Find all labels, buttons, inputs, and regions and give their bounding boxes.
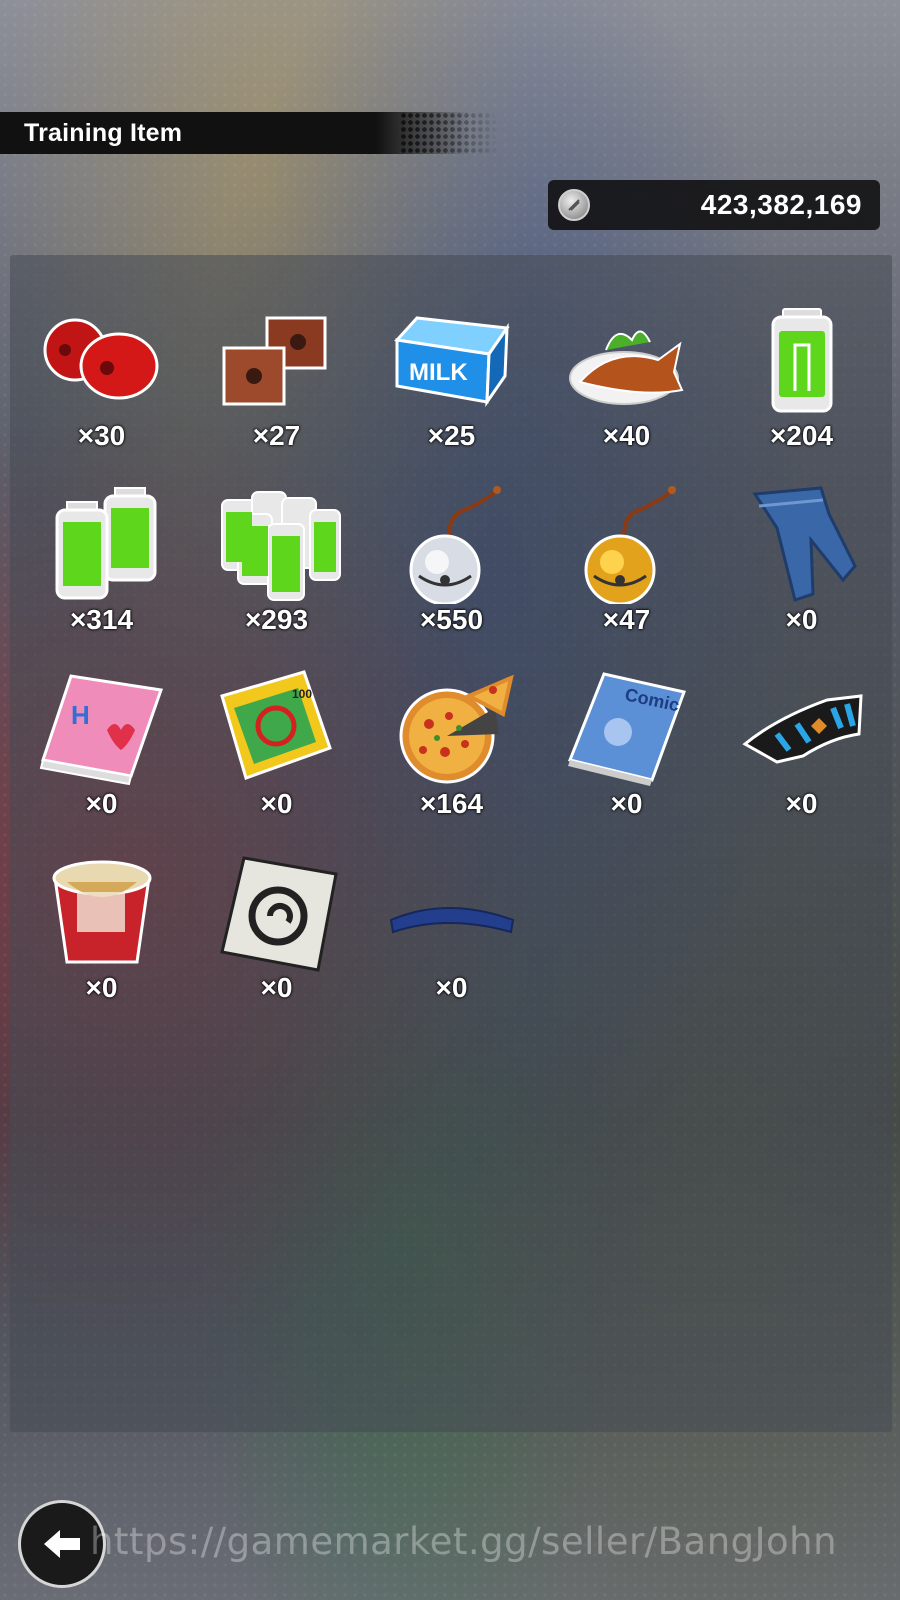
- item-count: ×0: [435, 972, 468, 1003]
- item-cell[interactable]: ×40: [539, 300, 714, 454]
- item-cell[interactable]: ×30: [14, 300, 189, 454]
- silver-bell-icon: [409, 486, 501, 604]
- item-count: ×293: [244, 604, 309, 635]
- comic-book-icon: Comic: [567, 672, 686, 786]
- svg-text:MILK: MILK: [409, 359, 468, 386]
- item-cell[interactable]: ×0: [714, 668, 889, 822]
- jeans-icon: [751, 486, 857, 602]
- item-count: ×204: [769, 420, 834, 451]
- item-count: ×40: [602, 420, 651, 451]
- item-count: ×27: [252, 420, 301, 451]
- battery-icon: [771, 308, 832, 413]
- item-cell[interactable]: ×550: [364, 484, 539, 638]
- item-count: ×30: [77, 420, 126, 451]
- item-count: ×47: [602, 604, 651, 635]
- grilled-fish-icon: [568, 330, 683, 405]
- back-arrow-icon: [44, 1530, 80, 1558]
- red-weights-icon: [43, 318, 158, 400]
- item-count: ×0: [85, 972, 118, 1003]
- item-count: ×25: [427, 420, 476, 451]
- headband-icon: [389, 907, 514, 934]
- item-cell[interactable]: ×164: [364, 668, 539, 822]
- item-cell[interactable]: MILK ×25: [364, 300, 539, 454]
- double-battery-icon: [55, 487, 156, 600]
- item-count: ×0: [785, 604, 818, 635]
- item-cell[interactable]: ×204: [714, 300, 889, 454]
- item-count: ×550: [419, 604, 484, 635]
- currency-amount: 423,382,169: [700, 189, 862, 220]
- milk-carton-icon: MILK: [393, 316, 510, 408]
- wristband-icon: [741, 694, 863, 764]
- item-count: ×164: [419, 788, 484, 819]
- cup-noodle-icon: [52, 860, 151, 964]
- item-cell[interactable]: ×47: [539, 484, 714, 638]
- battery-pack-icon: [220, 491, 341, 601]
- romance-book-icon: H: [39, 674, 163, 786]
- joke-book-icon: 100: [219, 670, 332, 780]
- item-cell[interactable]: ×293: [189, 484, 364, 638]
- symbol-card-icon: [219, 856, 338, 972]
- currency-display: 423,382,169: [548, 180, 880, 230]
- pizza-icon: [399, 674, 514, 784]
- item-cell[interactable]: ×0: [714, 484, 889, 638]
- svg-text:100: 100: [292, 687, 312, 701]
- item-count: ×0: [785, 788, 818, 819]
- title-halftone-decoration: [400, 112, 500, 154]
- gold-bell-icon: [584, 486, 676, 604]
- item-cell[interactable]: H ×0: [14, 668, 189, 822]
- item-grid: ×30 ×27 MILK ×25 ×40 ×204 ×314 ×293 ×550…: [14, 300, 894, 1006]
- item-count: ×314: [69, 604, 134, 635]
- item-cell[interactable]: ×27: [189, 300, 364, 454]
- item-cell[interactable]: ×0: [14, 852, 189, 1006]
- item-count: ×0: [85, 788, 118, 819]
- item-cell[interactable]: ×314: [14, 484, 189, 638]
- item-cell[interactable]: 100 ×0: [189, 668, 364, 822]
- watermark-text: https://gamemarket.gg/seller/BangJohn: [90, 1520, 838, 1563]
- page-title: Training Item: [24, 118, 183, 147]
- item-cell[interactable]: ×0: [189, 852, 364, 1006]
- brick-weights-icon: [222, 316, 326, 406]
- svg-text:H: H: [71, 700, 90, 730]
- item-count: ×0: [610, 788, 643, 819]
- coin-icon: [558, 189, 590, 221]
- item-cell[interactable]: Comic ×0: [539, 668, 714, 822]
- item-count: ×0: [260, 972, 293, 1003]
- item-cell[interactable]: ×0: [364, 852, 539, 1006]
- item-count: ×0: [260, 788, 293, 819]
